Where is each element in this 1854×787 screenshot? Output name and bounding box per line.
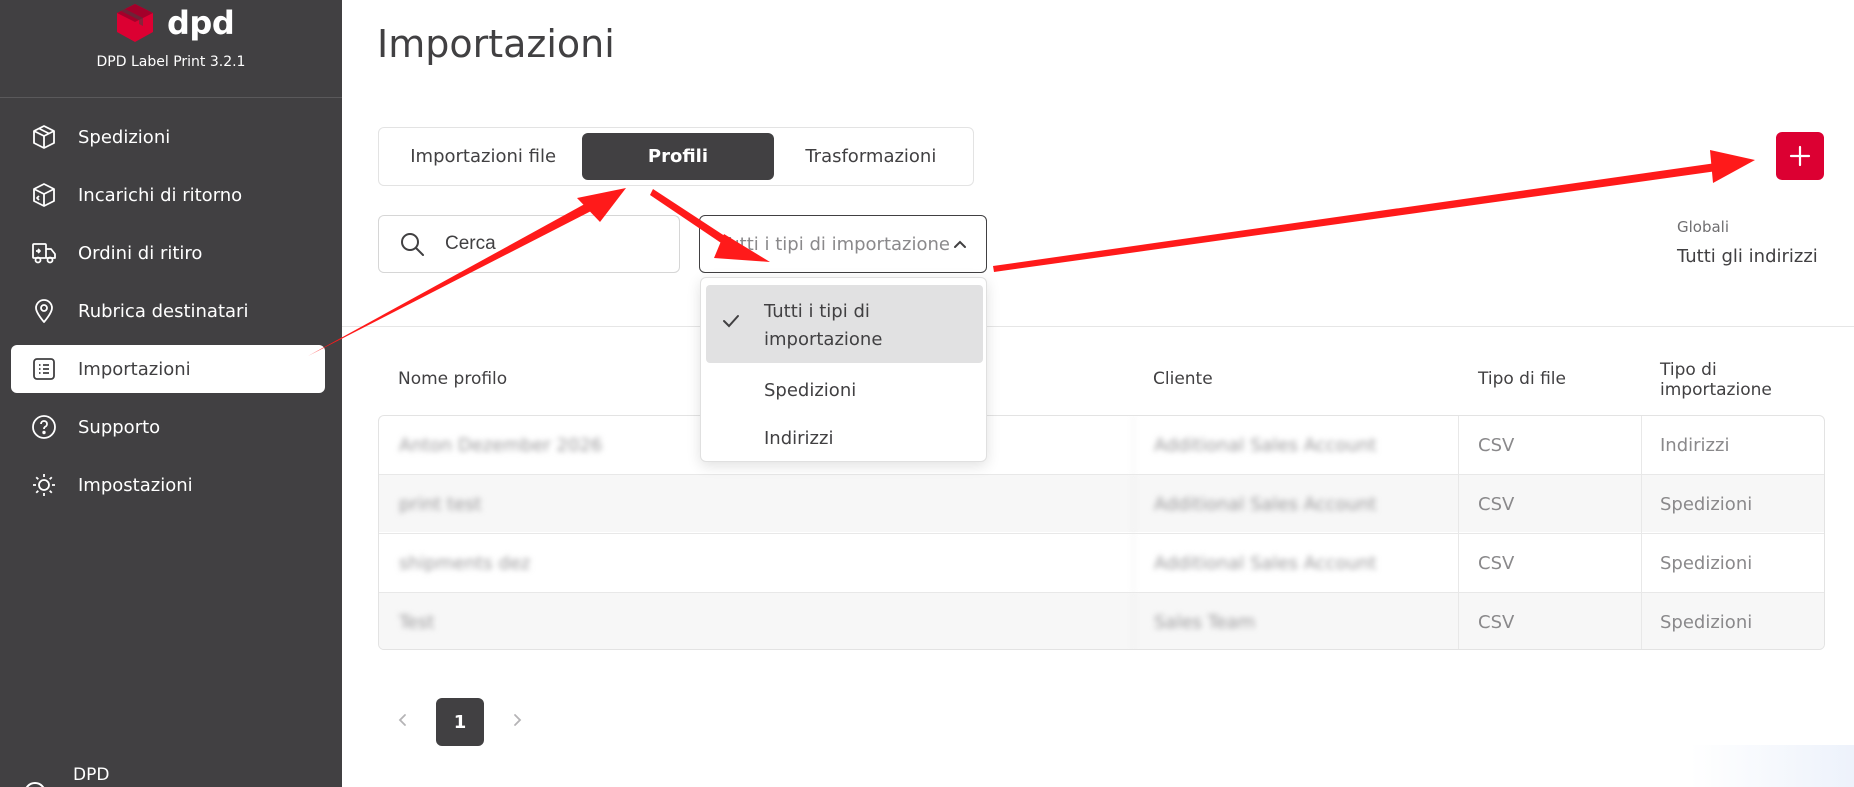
- import-type-select[interactable]: Tutti i tipi di importazione: [699, 215, 987, 273]
- chevron-up-icon: [954, 240, 966, 248]
- tab-bar: Importazioni file Profili Trasformazioni: [378, 127, 974, 186]
- dropdown-option-label: Tutti i tipi di importazione: [764, 301, 883, 350]
- globals-value: Tutti gli indirizzi: [1677, 246, 1818, 267]
- cell-client: Sales Team: [1133, 593, 1433, 649]
- column-header-nome-profilo[interactable]: Nome profilo: [398, 369, 507, 389]
- sidebar-item-supporto[interactable]: Supporto: [11, 403, 325, 451]
- table-row[interactable]: Anton Dezember 2026 Additional Sales Acc…: [379, 416, 1824, 474]
- cell-profile-name: shipments dez: [399, 552, 531, 574]
- sidebar-item-label: Impostazioni: [78, 474, 193, 496]
- gear-icon: [30, 471, 58, 499]
- cell-file-type: CSV: [1458, 416, 1641, 474]
- sidebar-item-ordini-di-ritiro[interactable]: Ordini di ritiro: [11, 229, 325, 277]
- cell-file-type: CSV: [1458, 593, 1641, 649]
- sidebar-item-impostazioni[interactable]: Impostazioni: [11, 461, 325, 509]
- sidebar-item-importazioni[interactable]: Importazioni: [11, 345, 325, 393]
- table-row[interactable]: Test Sales Team CSV Spedizioni: [379, 592, 1824, 649]
- search-icon: [401, 233, 424, 256]
- tab-trasformazioni[interactable]: Trasformazioni: [774, 133, 968, 180]
- sidebar: dpd DPD Label Print 3.2.1 Spedizioni Inc…: [0, 0, 342, 787]
- cell-import-type: Indirizzi: [1641, 416, 1824, 474]
- app-version: DPD Label Print 3.2.1: [96, 54, 246, 70]
- tab-importazioni-file[interactable]: Importazioni file: [384, 133, 582, 180]
- box-icon: [30, 123, 58, 151]
- globals-label: Globali: [1677, 218, 1730, 236]
- cell-import-type: Spedizioni: [1641, 475, 1824, 533]
- help-icon: [30, 413, 58, 441]
- sidebar-item-label: Rubrica destinatari: [78, 300, 249, 322]
- sidebar-nav: Spedizioni Incarichi di ritorno Ordini d…: [11, 113, 325, 519]
- cell-profile-name: Test: [399, 611, 435, 633]
- divider: [342, 326, 1854, 327]
- column-header-tipo-di-importazione[interactable]: Tipo di importazione: [1660, 360, 1820, 400]
- pagination-page[interactable]: 1: [436, 698, 484, 746]
- page-title: Importazioni: [377, 22, 615, 66]
- arrow-to-add-button: [993, 150, 1755, 272]
- sidebar-item-label: Supporto: [78, 416, 161, 438]
- column-header-tipo-di-file[interactable]: Tipo di file: [1478, 369, 1566, 389]
- footer-label: DPD: [73, 765, 110, 785]
- plus-icon: [1789, 145, 1811, 167]
- import-type-dropdown: Tutti i tipi di importazione Spedizioni …: [700, 277, 987, 462]
- cell-file-type: CSV: [1458, 475, 1641, 533]
- table-row[interactable]: print test Additional Sales Account CSV …: [379, 474, 1824, 533]
- dropdown-option-indirizzi[interactable]: Indirizzi: [706, 418, 983, 458]
- table-row[interactable]: shipments dez Additional Sales Account C…: [379, 533, 1824, 592]
- sidebar-item-label: Ordini di ritiro: [78, 242, 203, 264]
- user-icon: [24, 782, 46, 787]
- brand-name: dpd: [167, 4, 235, 42]
- chevron-left-icon[interactable]: [395, 712, 411, 728]
- tab-profili[interactable]: Profili: [582, 133, 774, 180]
- sidebar-item-rubrica-destinatari[interactable]: Rubrica destinatari: [11, 287, 325, 335]
- profiles-table: Anton Dezember 2026 Additional Sales Acc…: [378, 415, 1825, 650]
- cell-file-type: CSV: [1458, 534, 1641, 592]
- location-pin-icon: [30, 297, 58, 325]
- cell-profile-name: print test: [399, 493, 482, 515]
- brand-header: dpd DPD Label Print 3.2.1: [0, 0, 342, 98]
- sidebar-item-label: Incarichi di ritorno: [78, 184, 243, 206]
- import-type-select-value: Tutti i tipi di importazione: [720, 233, 950, 255]
- column-header-cliente[interactable]: Cliente: [1153, 369, 1213, 389]
- truck-icon: [30, 239, 58, 267]
- corner-fade: [1690, 745, 1854, 787]
- search-box: [378, 215, 680, 273]
- dropdown-option-label: Indirizzi: [764, 428, 834, 449]
- globals-filter[interactable]: Globali Tutti gli indirizzi: [1677, 218, 1818, 267]
- cell-client: Additional Sales Account: [1133, 475, 1433, 533]
- check-icon: [723, 315, 739, 328]
- box-return-icon: [30, 181, 58, 209]
- dropdown-option-label: Spedizioni: [764, 380, 857, 401]
- sidebar-item-label: Spedizioni: [78, 126, 171, 148]
- dpd-logo: dpd: [113, 2, 235, 44]
- search-input[interactable]: [445, 233, 645, 255]
- cell-client: Additional Sales Account: [1133, 416, 1433, 474]
- dpd-cube-icon: [117, 4, 153, 42]
- sidebar-item-label: Importazioni: [78, 358, 191, 380]
- cell-import-type: Spedizioni: [1641, 534, 1824, 592]
- cell-profile-name: Anton Dezember 2026: [399, 434, 603, 456]
- cell-import-type: Spedizioni: [1641, 593, 1824, 649]
- sidebar-item-incarichi-di-ritorno[interactable]: Incarichi di ritorno: [11, 171, 325, 219]
- sidebar-item-spedizioni[interactable]: Spedizioni: [11, 113, 325, 161]
- chevron-right-icon[interactable]: [509, 712, 525, 728]
- add-profile-button[interactable]: [1776, 132, 1824, 180]
- cell-client: Additional Sales Account: [1133, 534, 1433, 592]
- dropdown-option-tutti[interactable]: Tutti i tipi di importazione: [706, 285, 983, 363]
- list-icon: [30, 355, 58, 383]
- dropdown-option-spedizioni[interactable]: Spedizioni: [706, 370, 983, 410]
